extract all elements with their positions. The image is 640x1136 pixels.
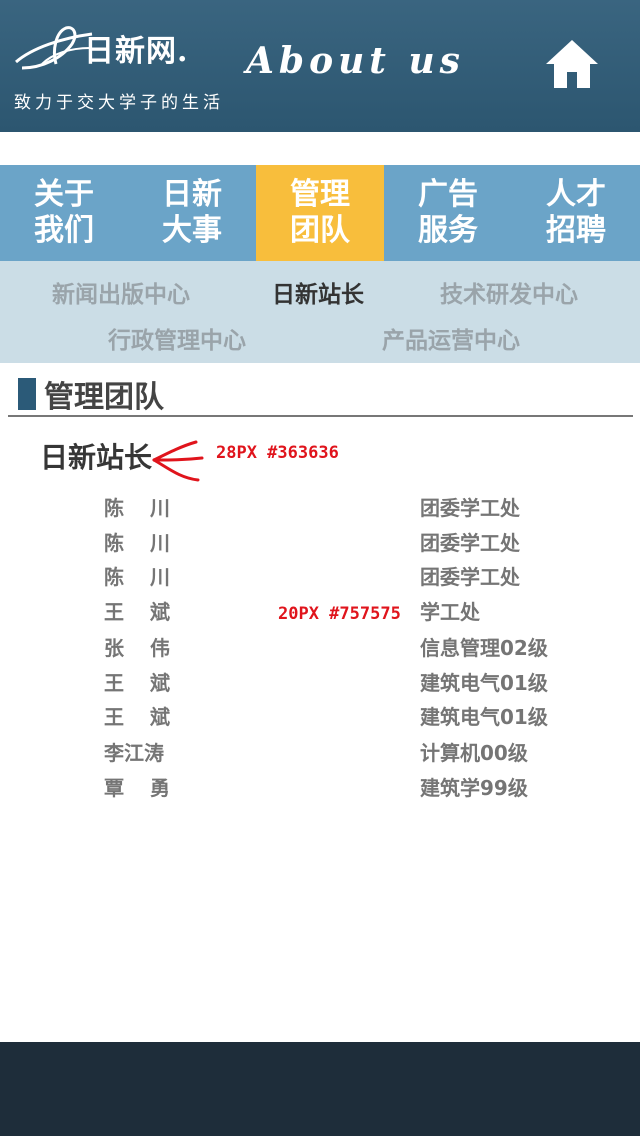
logo-text: 日新网. bbox=[84, 34, 189, 69]
member-dept: 建筑电气01级 bbox=[420, 705, 548, 729]
list-item: 陈川 团委学工处 bbox=[0, 527, 640, 561]
nav-item-label: 广告服务 bbox=[418, 177, 478, 248]
footer bbox=[0, 1042, 640, 1136]
annotation-arrow-icon bbox=[152, 440, 204, 482]
member-name: 张伟 bbox=[104, 636, 170, 660]
subnav-item-tech-dev[interactable]: 技术研发中心 bbox=[440, 275, 578, 309]
nav-item-news[interactable]: 日新大事 bbox=[128, 165, 256, 261]
nav-item-about-us[interactable]: 关于我们 bbox=[0, 165, 128, 261]
sub-nav: 新闻出版中心 日新站长 技术研发中心 行政管理中心 产品运营中心 bbox=[0, 261, 640, 363]
member-dept: 建筑电气01级 bbox=[420, 671, 548, 695]
nav-item-label: 日新大事 bbox=[162, 177, 222, 248]
header: 日新网. 致力于交大学子的生活 About us bbox=[0, 0, 640, 132]
member-dept: 团委学工处 bbox=[420, 531, 520, 555]
main-nav: 关于我们 日新大事 管理团队 广告服务 人才招聘 bbox=[0, 165, 640, 261]
member-name: 李江涛 bbox=[104, 741, 164, 765]
divider bbox=[8, 415, 633, 417]
member-dept: 计算机00级 bbox=[420, 741, 528, 765]
subnav-item-admin[interactable]: 行政管理中心 bbox=[108, 321, 246, 355]
nav-item-label: 关于我们 bbox=[34, 177, 94, 248]
list-item: 陈川 团委学工处 bbox=[0, 561, 640, 595]
page-title: About us bbox=[246, 40, 465, 82]
member-name: 陈川 bbox=[104, 531, 170, 555]
subnav-item-operations[interactable]: 产品运营中心 bbox=[382, 321, 520, 355]
tagline: 致力于交大学子的生活 bbox=[14, 93, 224, 113]
nav-item-management-team[interactable]: 管理团队 bbox=[256, 165, 384, 261]
member-dept: 信息管理02级 bbox=[420, 636, 548, 660]
list-item: 张伟 信息管理02级 bbox=[0, 632, 640, 666]
member-dept: 建筑学99级 bbox=[420, 776, 528, 800]
nav-item-recruitment[interactable]: 人才招聘 bbox=[512, 165, 640, 261]
member-name: 陈川 bbox=[104, 496, 170, 520]
member-dept: 学工处 bbox=[420, 600, 480, 624]
member-name: 王斌 bbox=[104, 600, 170, 624]
member-name: 覃勇 bbox=[104, 776, 170, 800]
subnav-item-publishing[interactable]: 新闻出版中心 bbox=[52, 275, 190, 309]
list-item: 王斌 学工处 bbox=[0, 596, 640, 630]
member-name: 王斌 bbox=[104, 705, 170, 729]
member-name: 王斌 bbox=[104, 671, 170, 695]
member-name: 陈川 bbox=[104, 565, 170, 589]
annotation-title-spec: 28PX #363636 bbox=[216, 443, 339, 463]
home-icon[interactable] bbox=[544, 38, 600, 90]
list-item: 陈川 团委学工处 bbox=[0, 492, 640, 526]
list-item: 王斌 建筑电气01级 bbox=[0, 667, 640, 701]
section-heading: 管理团队 bbox=[18, 374, 164, 415]
nav-item-label: 管理团队 bbox=[290, 177, 350, 248]
section-title: 管理团队 bbox=[44, 380, 164, 415]
nav-item-label: 人才招聘 bbox=[546, 177, 606, 248]
group-title: 日新站长 bbox=[40, 441, 153, 474]
nav-item-ad-services[interactable]: 广告服务 bbox=[384, 165, 512, 261]
list-item: 李江涛 计算机00级 bbox=[0, 737, 640, 771]
member-dept: 团委学工处 bbox=[420, 496, 520, 520]
member-dept: 团委学工处 bbox=[420, 565, 520, 589]
list-item: 覃勇 建筑学99级 bbox=[0, 772, 640, 806]
section-accent-bar bbox=[18, 378, 36, 410]
subnav-item-webmaster[interactable]: 日新站长 bbox=[272, 275, 364, 309]
list-item: 王斌 建筑电气01级 bbox=[0, 701, 640, 735]
